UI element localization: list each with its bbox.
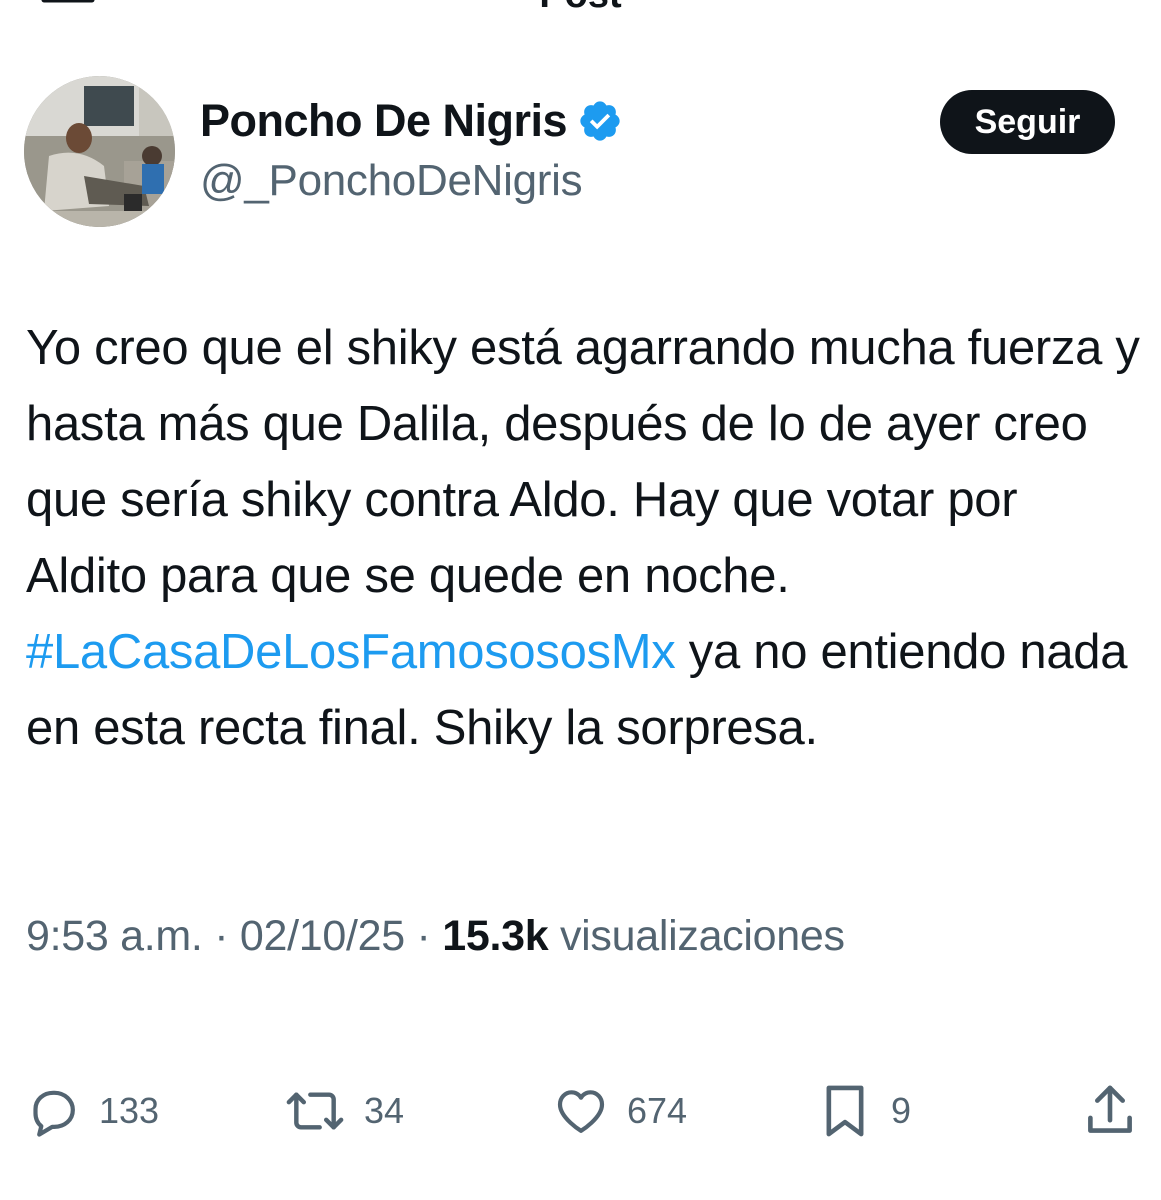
share-icon (1088, 1085, 1132, 1133)
reply-button[interactable]: 133 (25, 1078, 159, 1144)
views-label[interactable]: visualizaciones (548, 912, 845, 960)
bookmark-icon (826, 1085, 864, 1137)
bookmark-button[interactable]: 9 (817, 1078, 911, 1144)
display-name[interactable]: Poncho De Nigris (200, 95, 568, 147)
bookmark-count: 9 (891, 1090, 912, 1131)
avatar-photo (24, 76, 175, 227)
reply-icon (33, 1090, 75, 1137)
heart-icon (557, 1090, 605, 1133)
tweet-meta: 9:53 a.m. · 02/10/25 · 15.3k visualizaci… (26, 912, 845, 961)
tweet-date[interactable]: 02/10/25 (240, 912, 405, 960)
like-count: 674 (627, 1090, 688, 1131)
more-options-icon[interactable] (1056, 0, 1106, 10)
views-count[interactable]: 15.3k (442, 912, 548, 960)
share-button[interactable] (1082, 1078, 1138, 1144)
like-button[interactable]: 674 (553, 1078, 687, 1144)
repost-button[interactable]: 34 (284, 1078, 404, 1144)
reply-count: 133 (99, 1090, 160, 1131)
repost-icon (286, 1092, 344, 1130)
follow-button[interactable]: Seguir (940, 90, 1115, 154)
repost-count: 34 (364, 1090, 405, 1131)
action-bar: 133 34 674 9 (0, 1078, 1161, 1144)
tweet-text-part-1: Yo creo que el shiky está agarrando much… (26, 321, 1140, 603)
display-name-row[interactable]: Poncho De Nigris (200, 93, 623, 149)
tweet-text: Yo creo que el shiky está agarrando much… (26, 310, 1141, 766)
tweet-time[interactable]: 9:53 a.m. (26, 912, 203, 960)
top-bar: Post (0, 0, 1161, 30)
meta-separator: · (202, 912, 240, 960)
avatar[interactable] (24, 76, 175, 227)
post-page: Post Poncho De Nigris (0, 0, 1161, 1200)
hashtag-link[interactable]: #LaCasaDeLosFamosososMx (26, 625, 676, 679)
user-handle[interactable]: @_PonchoDeNigris (200, 156, 583, 206)
meta-separator: · (404, 912, 443, 960)
page-title: Post (0, 0, 1161, 20)
verified-badge-icon (580, 101, 620, 141)
